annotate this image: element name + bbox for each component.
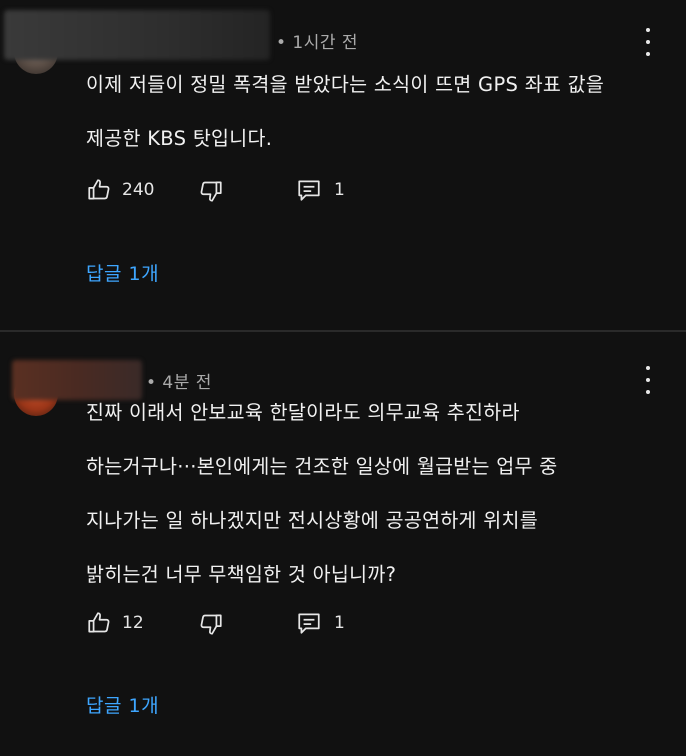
- comment-timestamp: • 1시간 전: [276, 33, 359, 53]
- view-replies-link[interactable]: 답글 1개: [86, 259, 159, 286]
- view-replies-link[interactable]: 답글 1개: [86, 691, 159, 718]
- like-button[interactable]: 240: [86, 177, 154, 203]
- comment-actions: 240: [86, 175, 154, 205]
- like-count: 240: [122, 180, 155, 200]
- thumbs-down-icon: [198, 611, 224, 637]
- thumbs-up-icon: [86, 610, 112, 636]
- reply-button[interactable]: 1: [296, 177, 345, 203]
- more-vertical-icon[interactable]: [640, 366, 656, 394]
- comment-text: 이제 저들이 정밀 폭격을 받았다는 소식이 뜨면 GPS 좌표 값을 제공한 …: [86, 73, 605, 150]
- comment-actions: 12: [86, 608, 144, 638]
- comment-icon: [296, 610, 322, 636]
- like-button[interactable]: 12: [86, 610, 144, 636]
- thumbs-up-icon: [86, 177, 112, 203]
- like-count: 12: [122, 613, 144, 633]
- divider: [0, 330, 686, 332]
- reply-count: 1: [334, 613, 345, 633]
- comment-icon: [296, 177, 322, 203]
- reply-count: 1: [334, 180, 345, 200]
- thumbs-down-icon: [198, 178, 224, 204]
- dislike-button[interactable]: [198, 178, 224, 204]
- blurred-username: [4, 10, 270, 60]
- comment-text: 진짜 이래서 안보교육 한달이라도 의무교육 추진하라 하는거구나···본인에게…: [86, 401, 558, 586]
- comments-page: • 1시간 전 이제 저들이 정밀 폭격을 받았다는 소식이 뜨면 GPS 좌표…: [0, 0, 686, 756]
- dislike-button[interactable]: [198, 611, 224, 637]
- more-vertical-icon[interactable]: [640, 28, 656, 56]
- comment-thread: • 1시간 전 이제 저들이 정밀 폭격을 받았다는 소식이 뜨면 GPS 좌표…: [0, 0, 686, 330]
- reply-button[interactable]: 1: [296, 610, 345, 636]
